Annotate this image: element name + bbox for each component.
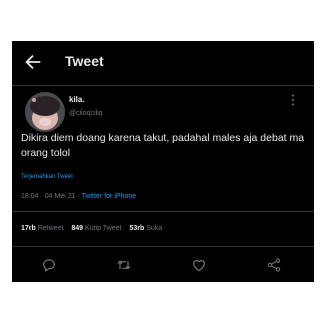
likes-stat[interactable]: 53rb Suka — [129, 225, 162, 232]
retweets-stat[interactable]: 17rb Retweet — [21, 225, 63, 232]
retweets-label: Retweet — [37, 225, 64, 232]
meta-divider — [12, 211, 314, 212]
tweet-stats: 17rb Retweet 849 Kutip Tweet 53rb Suka — [21, 225, 168, 232]
meta-separator: · — [77, 193, 80, 200]
author-name[interactable]: kila. — [69, 95, 85, 104]
tweet-source-link[interactable]: Twitter for iPhone — [82, 193, 136, 200]
share-icon[interactable] — [266, 257, 282, 273]
translate-link[interactable]: Terjemahkan Tweet — [21, 174, 73, 180]
tweet-meta: 18:04 · 04 Mei 21 · Twitter for iPhone — [21, 193, 136, 200]
retweets-count: 17rb — [21, 225, 36, 232]
likes-count: 53rb — [129, 225, 145, 232]
tweet-text: Dikira diem doang karena takut, padahal … — [21, 132, 305, 159]
meta-separator: · — [40, 193, 43, 200]
tweet-screen: Tweet kila. @ciloqciliq Dikira diem doan… — [12, 41, 314, 282]
page-title: Tweet — [65, 53, 104, 69]
header-divider — [12, 85, 314, 86]
tweet-time: 18:04 — [21, 193, 39, 200]
avatar-image — [25, 92, 65, 132]
retweet-icon[interactable] — [116, 257, 132, 273]
heart-icon[interactable] — [191, 257, 207, 273]
quotes-label: Kutip Tweet — [85, 225, 122, 232]
top-bar: Tweet — [12, 41, 314, 85]
back-arrow-icon[interactable] — [22, 51, 44, 73]
likes-label: Suka — [146, 225, 163, 232]
avatar[interactable] — [25, 92, 65, 132]
reply-icon[interactable] — [41, 257, 57, 273]
stats-divider — [12, 246, 314, 247]
quotes-stat[interactable]: 849 Kutip Tweet — [71, 225, 121, 232]
action-bar — [12, 253, 314, 277]
more-vertical-icon[interactable] — [288, 93, 298, 107]
tweet-date: 04 Mei 21 — [44, 193, 76, 200]
quotes-count: 849 — [71, 225, 84, 232]
author-handle[interactable]: @ciloqciliq — [69, 110, 103, 117]
